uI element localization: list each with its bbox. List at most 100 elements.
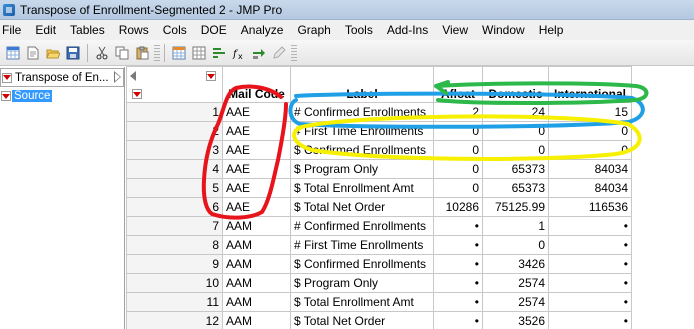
cell-mail-code[interactable]: AAM <box>222 216 291 236</box>
menu-edit[interactable]: Edit <box>28 20 63 40</box>
menu-view[interactable]: View <box>435 20 475 40</box>
menu-doe[interactable]: DOE <box>194 20 234 40</box>
menu-window[interactable]: Window <box>475 20 532 40</box>
table-name-row[interactable]: Transpose of En... <box>0 68 124 87</box>
cell-domestic[interactable]: 2574 <box>482 273 549 293</box>
cell-international[interactable]: 0 <box>548 140 632 160</box>
col-header-label[interactable]: Label <box>290 66 434 103</box>
edit-icon[interactable] <box>271 45 287 61</box>
cell-domestic[interactable]: 1 <box>482 216 549 236</box>
menu-tools[interactable]: Tools <box>338 20 380 40</box>
cell-international[interactable]: • <box>548 311 632 329</box>
cell-label[interactable]: $ Total Enrollment Amt <box>290 292 434 312</box>
cell-international[interactable]: • <box>548 254 632 274</box>
expand-arrow-icon[interactable] <box>114 71 121 83</box>
cell-afloat[interactable]: 0 <box>433 140 483 160</box>
cell-label[interactable]: # First Time Enrollments <box>290 235 434 255</box>
cell-mail-code[interactable]: AAE <box>222 121 291 141</box>
cell-international[interactable]: • <box>548 216 632 236</box>
cell-afloat[interactable]: 0 <box>433 178 483 198</box>
cell-mail-code[interactable]: AAE <box>222 178 291 198</box>
cell-afloat[interactable]: 2 <box>433 102 483 122</box>
table-row[interactable]: 2 AAE # First Time Enrollments 0 0 0 <box>126 121 632 141</box>
cell-domestic[interactable]: 24 <box>482 102 549 122</box>
source-hotspot-icon[interactable] <box>1 91 11 101</box>
menu-file[interactable]: File <box>0 20 28 40</box>
cell-afloat[interactable]: • <box>433 273 483 293</box>
col-header-mail-code[interactable]: Mail Code <box>222 66 291 103</box>
table-row[interactable]: 10 AAM $ Program Only • 2574 • <box>126 273 632 293</box>
table-row[interactable]: 9 AAM $ Confirmed Enrollments • 3426 • <box>126 254 632 274</box>
cell-mail-code[interactable]: AAE <box>222 197 291 217</box>
cell-domestic[interactable]: 3426 <box>482 254 549 274</box>
cell-label[interactable]: $ Total Enrollment Amt <box>290 178 434 198</box>
cell-label[interactable]: $ Confirmed Enrollments <box>290 254 434 274</box>
menu-graph[interactable]: Graph <box>290 20 337 40</box>
row-number[interactable]: 10 <box>126 273 223 293</box>
row-number[interactable]: 1 <box>126 102 223 122</box>
cell-domestic[interactable]: 75125.99 <box>482 197 549 217</box>
cell-mail-code[interactable]: AAM <box>222 311 291 329</box>
save-icon[interactable] <box>65 45 81 61</box>
toolbar-grip[interactable] <box>154 44 160 61</box>
paste-icon[interactable] <box>134 45 150 61</box>
cell-domestic[interactable]: 65373 <box>482 178 549 198</box>
rows-icon[interactable] <box>191 45 207 61</box>
toolbar-grip[interactable] <box>291 44 297 61</box>
col-header-domestic[interactable]: Domestic <box>482 66 549 103</box>
cell-international[interactable]: • <box>548 235 632 255</box>
cell-afloat[interactable]: • <box>433 235 483 255</box>
table-row[interactable]: 11 AAM $ Total Enrollment Amt • 2574 • <box>126 292 632 312</box>
run-script-icon[interactable] <box>251 45 267 61</box>
cell-international[interactable]: 0 <box>548 121 632 141</box>
cell-afloat[interactable]: • <box>433 292 483 312</box>
cell-international[interactable]: 84034 <box>548 178 632 198</box>
table-hotspot-icon[interactable] <box>2 72 12 83</box>
cell-label[interactable]: # First Time Enrollments <box>290 121 434 141</box>
menu-rows[interactable]: Rows <box>112 20 156 40</box>
col-header-international[interactable]: International <box>548 66 632 103</box>
cell-domestic[interactable]: 0 <box>482 235 549 255</box>
menu-tables[interactable]: Tables <box>63 20 112 40</box>
cell-afloat[interactable]: • <box>433 311 483 329</box>
cell-mail-code[interactable]: AAE <box>222 159 291 179</box>
cell-international[interactable]: • <box>548 273 632 293</box>
cell-international[interactable]: 116536 <box>548 197 632 217</box>
table-row[interactable]: 5 AAE $ Total Enrollment Amt 0 65373 84034 <box>126 178 632 198</box>
table-row[interactable]: 6 AAE $ Total Net Order 10286 75125.99 116536 <box>126 197 632 217</box>
table-row[interactable]: 1 AAE # Confirmed Enrollments 2 24 15 <box>126 102 632 122</box>
cell-afloat[interactable]: • <box>433 216 483 236</box>
row-number[interactable]: 2 <box>126 121 223 141</box>
rows-hotspot-icon[interactable] <box>132 89 142 99</box>
menu-add-ins[interactable]: Add-Ins <box>380 20 435 40</box>
cell-label[interactable]: # Confirmed Enrollments <box>290 216 434 236</box>
distribution-icon[interactable] <box>211 45 227 61</box>
cell-domestic[interactable]: 2574 <box>482 292 549 312</box>
menu-help[interactable]: Help <box>532 20 571 40</box>
cell-label[interactable]: $ Total Net Order <box>290 311 434 329</box>
columns-hotspot-icon[interactable] <box>206 71 216 81</box>
row-number[interactable]: 11 <box>126 292 223 312</box>
col-header-afloat[interactable]: Afloat <box>433 66 483 103</box>
row-number[interactable]: 3 <box>126 140 223 160</box>
table-row[interactable]: 4 AAE $ Program Only 0 65373 84034 <box>126 159 632 179</box>
cell-mail-code[interactable]: AAE <box>222 140 291 160</box>
cell-afloat[interactable]: 10286 <box>433 197 483 217</box>
row-number[interactable]: 7 <box>126 216 223 236</box>
cell-label[interactable]: $ Confirmed Enrollments <box>290 140 434 160</box>
cell-mail-code[interactable]: AAM <box>222 235 291 255</box>
data-table-icon[interactable] <box>171 45 187 61</box>
cell-domestic[interactable]: 0 <box>482 121 549 141</box>
table-row[interactable]: 12 AAM $ Total Net Order • 3526 • <box>126 311 632 329</box>
cell-international[interactable]: 84034 <box>548 159 632 179</box>
cell-afloat[interactable]: 0 <box>433 121 483 141</box>
menu-cols[interactable]: Cols <box>156 20 194 40</box>
row-number[interactable]: 9 <box>126 254 223 274</box>
scroll-left-icon[interactable] <box>130 71 136 81</box>
row-number[interactable]: 4 <box>126 159 223 179</box>
row-number[interactable]: 6 <box>126 197 223 217</box>
source-row[interactable]: Source <box>0 87 124 105</box>
row-number[interactable]: 5 <box>126 178 223 198</box>
cut-icon[interactable] <box>94 45 110 61</box>
open-icon[interactable] <box>45 45 61 61</box>
